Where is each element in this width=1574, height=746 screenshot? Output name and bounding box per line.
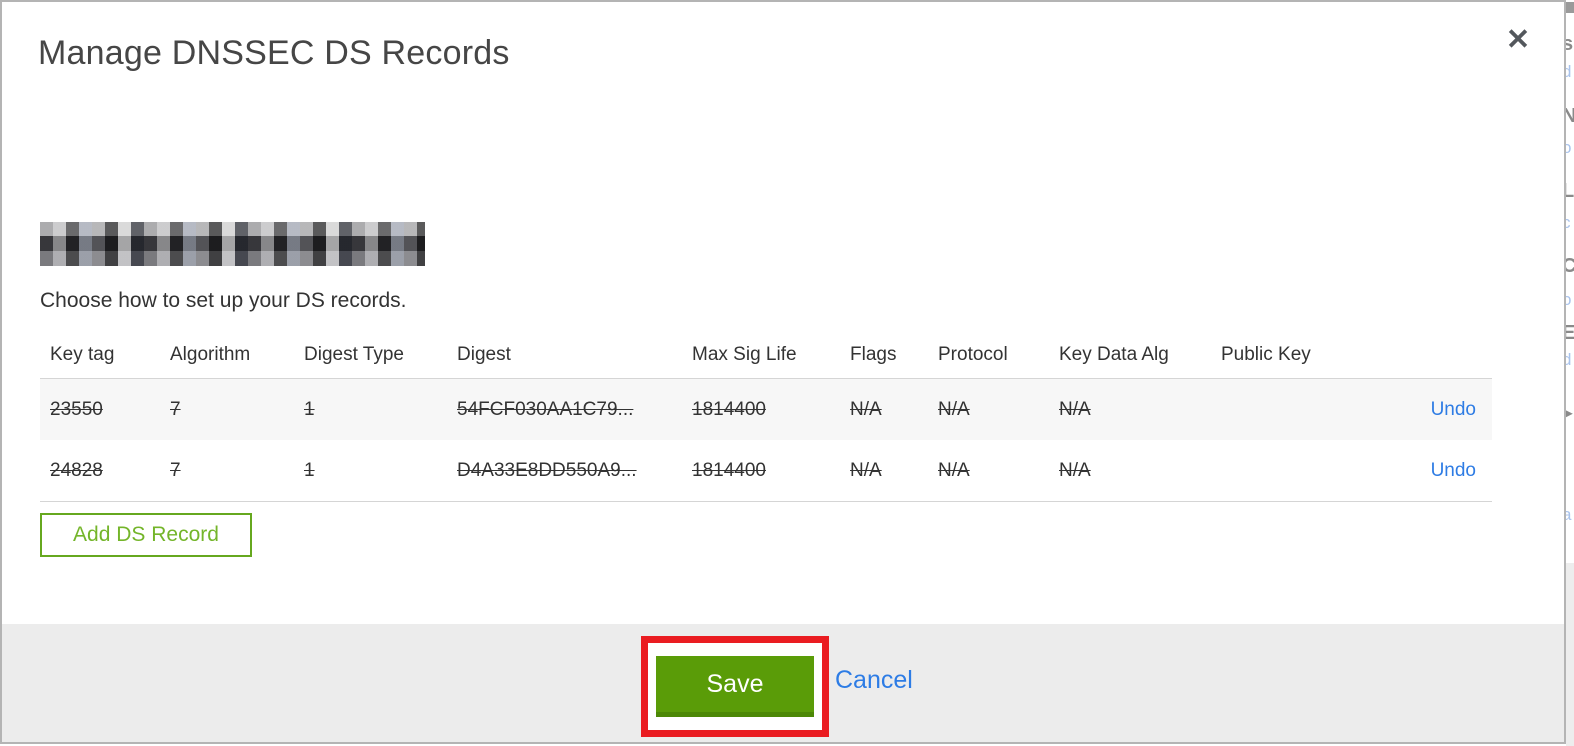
add-ds-record-button[interactable]: Add DS Record — [40, 513, 252, 557]
annotation-highlight-box: Save — [641, 636, 829, 737]
header-key-tag: Key tag — [50, 344, 115, 365]
cell-flags: N/A — [850, 398, 882, 420]
cancel-link[interactable]: Cancel — [835, 666, 913, 695]
cell-digest-type: 1 — [304, 398, 315, 420]
cell-algorithm: 7 — [170, 459, 181, 481]
cell-digest: D4A33E8DD550A9... — [457, 459, 637, 481]
background-text-fragment: C — [1566, 255, 1574, 277]
save-button[interactable]: Save — [656, 656, 814, 717]
background-page-sliver: s d N o L c C o E d ▸ a — [1566, 0, 1574, 746]
cell-max-sig-life: 1814400 — [692, 459, 766, 481]
header-protocol: Protocol — [938, 344, 1008, 365]
background-text-fragment: s — [1566, 33, 1574, 55]
cell-key-data-alg: N/A — [1059, 398, 1091, 420]
modal-title: Manage DNSSEC DS Records — [38, 34, 510, 72]
header-key-data-alg: Key Data Alg — [1059, 344, 1169, 365]
modal-footer: Save Cancel — [2, 624, 1564, 742]
close-icon[interactable]: ✕ — [1500, 22, 1536, 58]
header-digest-type: Digest Type — [304, 344, 404, 365]
background-text-fragment: d — [1566, 350, 1572, 369]
manage-dnssec-modal: Manage DNSSEC DS Records ✕ Choose how to… — [0, 0, 1566, 744]
setup-instructions-text: Choose how to set up your DS records. — [40, 289, 407, 312]
table-row: 23550 7 1 54FCF030AA1C79... 1814400 N/A … — [40, 379, 1492, 440]
cell-algorithm: 7 — [170, 398, 181, 420]
header-flags: Flags — [850, 344, 897, 365]
background-text-fragment: o — [1566, 138, 1572, 157]
undo-link[interactable]: Undo — [1431, 460, 1476, 481]
background-text-fragment: L — [1566, 180, 1574, 202]
cell-protocol: N/A — [938, 459, 970, 481]
background-scrollbar-fragment — [1566, 2, 1574, 13]
cell-key-tag: 23550 — [50, 398, 103, 420]
table-header-row: Key tag Algorithm Digest Type Digest Max… — [40, 332, 1492, 378]
table-row: 24828 7 1 D4A33E8DD550A9... 1814400 N/A … — [40, 440, 1492, 501]
cell-digest: 54FCF030AA1C79... — [457, 398, 634, 420]
background-text-fragment: N — [1566, 105, 1574, 127]
table-body: 23550 7 1 54FCF030AA1C79... 1814400 N/A … — [40, 378, 1492, 502]
undo-link[interactable]: Undo — [1431, 399, 1476, 420]
header-public-key: Public Key — [1221, 344, 1311, 365]
cell-flags: N/A — [850, 459, 882, 481]
background-text-fragment: d — [1566, 62, 1572, 81]
background-text-fragment: a — [1566, 505, 1572, 524]
cell-digest-type: 1 — [304, 459, 315, 481]
redacted-domain-name — [40, 222, 425, 266]
background-text-fragment: c — [1566, 213, 1571, 232]
header-max-sig-life: Max Sig Life — [692, 344, 797, 365]
background-text-fragment: E — [1566, 322, 1574, 344]
cell-key-tag: 24828 — [50, 459, 103, 481]
ds-records-table: Key tag Algorithm Digest Type Digest Max… — [40, 332, 1492, 502]
cell-key-data-alg: N/A — [1059, 459, 1091, 481]
cell-protocol: N/A — [938, 398, 970, 420]
background-footer-fragment — [1566, 563, 1574, 746]
background-text-fragment: ▸ — [1566, 402, 1573, 424]
header-digest: Digest — [457, 344, 511, 365]
cell-max-sig-life: 1814400 — [692, 398, 766, 420]
header-algorithm: Algorithm — [170, 344, 251, 365]
background-text-fragment: o — [1566, 290, 1572, 309]
